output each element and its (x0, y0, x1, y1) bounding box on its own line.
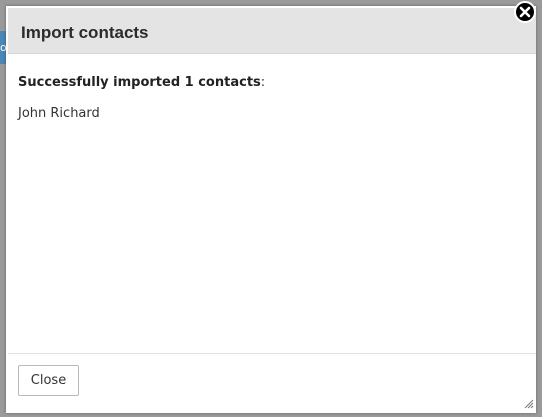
dialog-title: Import contacts (21, 23, 149, 42)
dialog-close-x-button[interactable] (514, 1, 536, 23)
close-button[interactable]: Close (18, 365, 79, 396)
import-contacts-dialog: Import contacts Successfully imported 1 … (6, 1, 536, 413)
close-x-icon (519, 6, 531, 18)
dialog-footer: Close (8, 353, 536, 411)
resize-grip-icon[interactable] (523, 398, 534, 409)
success-message: Successfully imported 1 contacts: (18, 74, 524, 92)
list-item: John Richard (18, 106, 100, 121)
dialog-body: Successfully imported 1 contacts: John R… (18, 74, 524, 123)
dialog-header: Import contacts (8, 8, 536, 54)
success-message-colon: : (260, 75, 266, 90)
imported-contacts-list: John Richard (18, 105, 524, 123)
success-message-text: Successfully imported 1 contacts (18, 75, 261, 90)
